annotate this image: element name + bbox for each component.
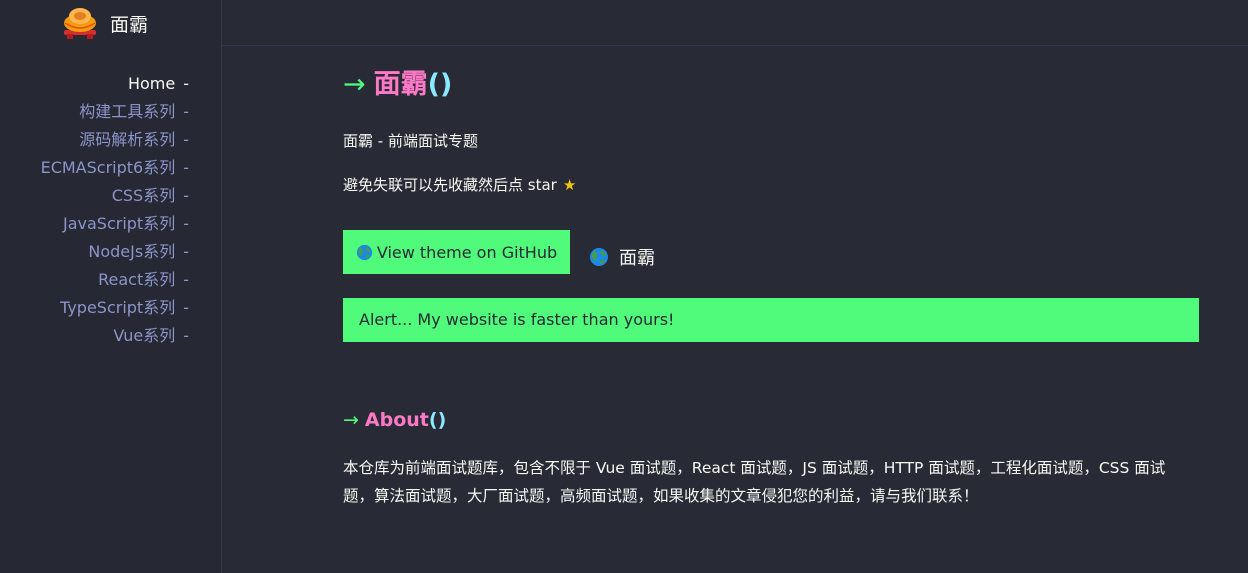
heading-title: 面霸 [373,69,428,100]
globe-icon [590,248,608,266]
heading-arrow: → [343,69,366,100]
sidebar-nav: Home - 构建工具系列 - 源码解析系列 - ECMAScript6系列 - CSS… [41,70,189,350]
github-link-label: 面霸 [619,248,655,269]
heading-paren: () [428,409,447,431]
sidebar-item-source-analysis[interactable]: 源码解析系列 - [41,126,189,154]
sidebar-item-dash: - [183,242,189,261]
header-divider [222,45,1248,46]
star-note: 避免失联可以先收藏然后点 star ★ [343,174,576,195]
star-icon: ★ [562,176,577,194]
sidebar: 面霸 Home - 构建工具系列 - 源码解析系列 - ECMAScript6系列 - … [0,0,222,573]
sidebar-item-label: Vue系列 [113,326,176,345]
star-note-text: 避免失联可以先收藏然后点 star [343,176,557,194]
sidebar-item-dash: - [183,186,189,205]
sidebar-item-label: NodeJs系列 [88,242,176,261]
sidebar-item-dash: - [183,298,189,317]
sidebar-item-dash: - [183,326,189,345]
sidebar-item-label: 源码解析系列 [79,130,176,149]
sidebar-item-dash: - [183,214,189,233]
sidebar-item-dash: - [183,270,189,289]
ingot-logo-icon [64,8,96,39]
brand[interactable]: 面霸 [62,6,148,40]
sidebar-item-nodejs[interactable]: NodeJs系列 - [41,238,189,266]
github-link[interactable]: 面霸 [589,244,655,270]
alert-banner: Alert... My website is faster than yours… [343,298,1199,342]
sidebar-item-vue[interactable]: Vue系列 - [41,322,189,350]
sidebar-item-javascript[interactable]: JavaScript系列 - [41,210,189,238]
heading-paren: () [427,69,453,100]
sidebar-item-label: TypeScript系列 [60,298,176,317]
sidebar-item-home[interactable]: Home - [41,70,189,98]
heading-title: About [364,409,429,431]
view-theme-github-button[interactable]: View theme on GitHub [343,230,570,274]
about-text: 本仓库为前端面试题库，包含不限于 Vue 面试题，React 面试题，JS 面试… [343,459,1166,505]
sidebar-item-label: React系列 [98,270,176,289]
intro-text: 面霸 - 前端面试专题 [343,132,478,150]
brand-name: 面霸 [110,13,149,36]
sidebar-item-label: CSS系列 [111,186,176,205]
sidebar-item-react[interactable]: React系列 - [41,266,189,294]
sidebar-item-label: Home [127,74,176,93]
view-theme-github-label: View theme on GitHub [376,242,558,262]
page-title: → 面霸() [343,62,452,101]
heading-arrow: → [343,409,359,431]
sidebar-item-label: 构建工具系列 [79,102,176,121]
globe-icon [356,244,372,260]
sidebar-item-typescript[interactable]: TypeScript系列 - [41,294,189,322]
sidebar-item-dash: - [183,158,189,177]
sidebar-item-ecmascript6[interactable]: ECMAScript6系列 - [41,154,189,182]
sidebar-item-dash: - [183,74,189,93]
sidebar-item-dash: - [183,130,189,149]
sidebar-item-css[interactable]: CSS系列 - [41,182,189,210]
sidebar-item-label: JavaScript系列 [63,214,176,233]
sidebar-item-label: ECMAScript6系列 [40,158,176,177]
about-heading: → About() [343,409,446,431]
sidebar-item-build-tools[interactable]: 构建工具系列 - [41,98,189,126]
sidebar-item-dash: - [183,102,189,121]
